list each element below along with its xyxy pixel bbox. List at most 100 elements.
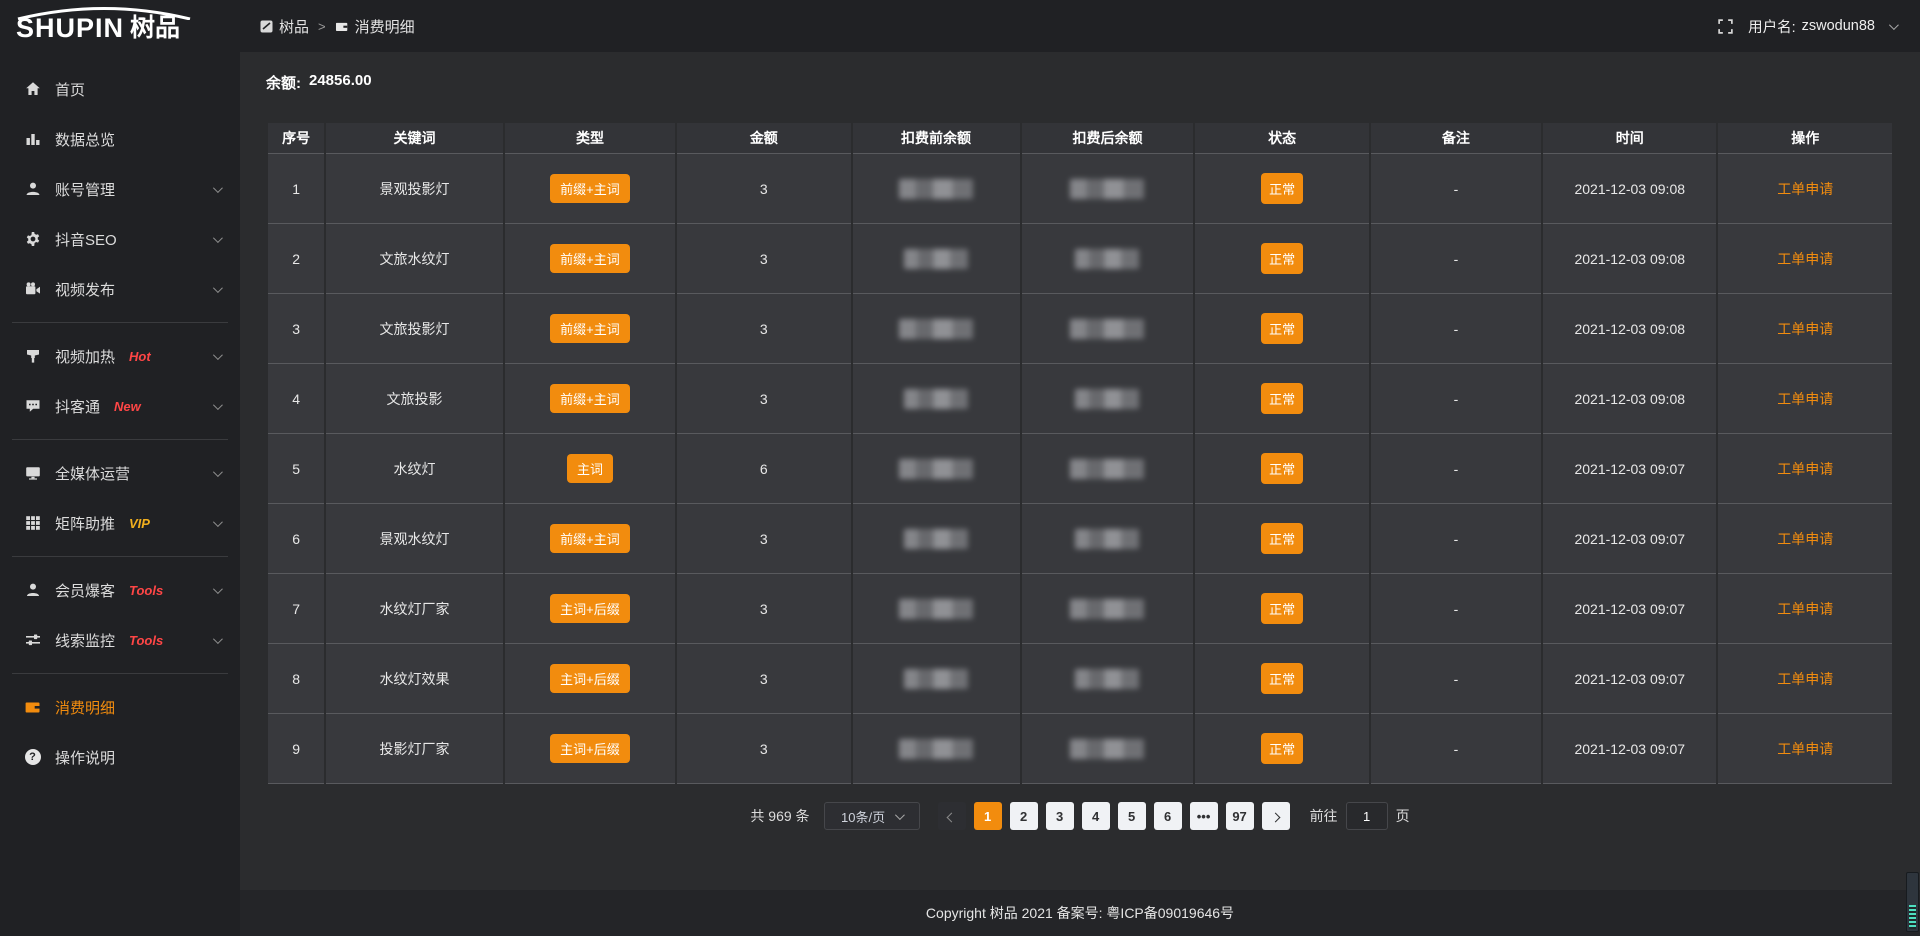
row-action-link[interactable]: 工单申请 bbox=[1777, 181, 1833, 197]
sidebar-divider bbox=[12, 556, 228, 557]
heat-icon bbox=[24, 348, 41, 364]
page-button[interactable]: 6 bbox=[1154, 802, 1182, 830]
page-button[interactable]: 2 bbox=[1010, 802, 1038, 830]
row-action-link[interactable]: 工单申请 bbox=[1777, 671, 1833, 687]
row-index: 7 bbox=[292, 601, 300, 617]
sidebar-item-account[interactable]: 账号管理 bbox=[0, 164, 240, 214]
sidebar-item-member-tools[interactable]: 会员爆客 Tools bbox=[0, 565, 240, 615]
page-button[interactable]: ••• bbox=[1190, 802, 1218, 830]
sidebar-item-label: 线索监控 bbox=[55, 630, 115, 651]
top-bar: SHUPIN 树品 树品 > 消费明细 用户名: zswodun88 bbox=[0, 0, 1920, 52]
table-body: 1景观投影灯前缀+主词3正常-2021-12-03 09:08工单申请2文旅水纹… bbox=[268, 154, 1892, 784]
sidebar-item-video-publish[interactable]: 视频发布 bbox=[0, 264, 240, 314]
col-amount: 金额 bbox=[677, 123, 850, 154]
row-balance-before-blurred bbox=[904, 249, 968, 269]
logo-arc bbox=[14, 6, 194, 20]
sidebar-item-label: 操作说明 bbox=[55, 747, 115, 768]
balance-label: 余额: bbox=[266, 72, 301, 93]
row-type-badge: 前缀+主词 bbox=[550, 174, 630, 203]
page-edge-widget[interactable] bbox=[1906, 872, 1919, 932]
sidebar-item-matrix-boost[interactable]: 矩阵助推 VIP bbox=[0, 498, 240, 548]
app-icon bbox=[260, 20, 273, 33]
row-balance-before-blurred bbox=[899, 179, 973, 199]
row-amount: 3 bbox=[760, 671, 768, 687]
sidebar-item-label: 全媒体运营 bbox=[55, 463, 130, 484]
page-button[interactable]: 3 bbox=[1046, 802, 1074, 830]
page-button[interactable]: 5 bbox=[1118, 802, 1146, 830]
col-index: 序号 bbox=[268, 123, 324, 154]
row-status-badge: 正常 bbox=[1261, 733, 1303, 764]
prev-page-button[interactable] bbox=[938, 802, 966, 830]
row-keyword: 文旅投影灯 bbox=[380, 321, 450, 337]
breadcrumb-root[interactable]: 树品 bbox=[260, 16, 309, 37]
page-button-active[interactable]: 1 bbox=[974, 802, 1002, 830]
sidebar-divider bbox=[12, 673, 228, 674]
sidebar-item-video-heat[interactable]: 视频加热 Hot bbox=[0, 331, 240, 381]
row-action-link[interactable]: 工单申请 bbox=[1777, 321, 1833, 337]
row-remark: - bbox=[1454, 181, 1459, 197]
page-button[interactable]: 97 bbox=[1226, 802, 1254, 830]
row-amount: 3 bbox=[760, 601, 768, 617]
sidebar-item-label: 抖音SEO bbox=[55, 229, 117, 250]
goto-suffix: 页 bbox=[1396, 806, 1410, 826]
chevron-down-icon bbox=[213, 283, 223, 293]
member-icon bbox=[24, 582, 41, 598]
chevron-down-icon[interactable] bbox=[1889, 20, 1899, 30]
row-action-link[interactable]: 工单申请 bbox=[1777, 251, 1833, 267]
col-type: 类型 bbox=[505, 123, 675, 154]
sidebar-item-consume-detail[interactable]: 消费明细 bbox=[0, 682, 240, 732]
page-button[interactable]: 4 bbox=[1082, 802, 1110, 830]
username-label: 用户名: bbox=[1748, 16, 1796, 37]
breadcrumb-separator: > bbox=[318, 19, 326, 34]
row-remark: - bbox=[1454, 531, 1459, 547]
row-amount: 3 bbox=[760, 321, 768, 337]
page-size-select[interactable]: 10条/页 bbox=[824, 802, 920, 830]
row-status-badge: 正常 bbox=[1261, 663, 1303, 694]
row-amount: 3 bbox=[760, 391, 768, 407]
sidebar: 首页 数据总览 账号管理 抖音SEO 视频发布 视频加热 Hot bbox=[0, 52, 240, 936]
row-action-link[interactable]: 工单申请 bbox=[1777, 741, 1833, 757]
brand-logo: SHUPIN 树品 bbox=[0, 8, 240, 44]
row-balance-before-blurred bbox=[904, 389, 968, 409]
username-value[interactable]: zswodun88 bbox=[1802, 18, 1875, 34]
fullscreen-icon[interactable] bbox=[1717, 18, 1734, 35]
chat-icon bbox=[24, 398, 41, 414]
row-amount: 6 bbox=[760, 461, 768, 477]
balance-value: 24856.00 bbox=[309, 72, 372, 93]
sidebar-item-lead-monitor[interactable]: 线索监控 Tools bbox=[0, 615, 240, 665]
sidebar-item-data-overview[interactable]: 数据总览 bbox=[0, 114, 240, 164]
pagination: 共 969 条 10条/页 123456•••97 前往 页 bbox=[266, 802, 1894, 830]
wallet-icon bbox=[24, 699, 41, 715]
table-row: 8水纹灯效果主词+后缀3正常-2021-12-03 09:07工单申请 bbox=[268, 644, 1892, 714]
sidebar-item-instructions[interactable]: ? 操作说明 bbox=[0, 732, 240, 782]
goto-page-input[interactable] bbox=[1346, 802, 1388, 830]
next-page-button[interactable] bbox=[1262, 802, 1290, 830]
row-action-link[interactable]: 工单申请 bbox=[1777, 601, 1833, 617]
video-camera-icon bbox=[24, 281, 41, 297]
row-time: 2021-12-03 09:08 bbox=[1574, 251, 1685, 267]
row-type-badge: 前缀+主词 bbox=[550, 524, 630, 553]
row-action-link[interactable]: 工单申请 bbox=[1777, 461, 1833, 477]
row-balance-after-blurred bbox=[1075, 249, 1139, 269]
row-remark: - bbox=[1454, 671, 1459, 687]
col-balance-before: 扣费前余额 bbox=[853, 123, 1020, 154]
row-status-badge: 正常 bbox=[1261, 173, 1303, 204]
sliders-icon bbox=[24, 632, 41, 648]
breadcrumb-current[interactable]: 消费明细 bbox=[335, 16, 415, 37]
table-row: 7水纹灯厂家主词+后缀3正常-2021-12-03 09:07工单申请 bbox=[268, 574, 1892, 644]
chevron-down-icon bbox=[213, 467, 223, 477]
row-type-badge: 前缀+主词 bbox=[550, 384, 630, 413]
row-action-link[interactable]: 工单申请 bbox=[1777, 391, 1833, 407]
sidebar-item-douketong[interactable]: 抖客通 New bbox=[0, 381, 240, 431]
row-keyword: 水纹灯效果 bbox=[380, 671, 450, 687]
chevron-down-icon bbox=[895, 810, 905, 820]
table-row: 3文旅投影灯前缀+主词3正常-2021-12-03 09:08工单申请 bbox=[268, 294, 1892, 364]
sidebar-item-douyin-seo[interactable]: 抖音SEO bbox=[0, 214, 240, 264]
main-content: 余额: 24856.00 序号 关键词 类型 金额 扣费前余额 扣费后余额 状态… bbox=[240, 0, 1920, 830]
row-balance-before-blurred bbox=[904, 529, 968, 549]
sidebar-item-media-ops[interactable]: 全媒体运营 bbox=[0, 448, 240, 498]
sidebar-item-home[interactable]: 首页 bbox=[0, 64, 240, 114]
row-action-link[interactable]: 工单申请 bbox=[1777, 531, 1833, 547]
row-type-badge: 主词+后缀 bbox=[550, 594, 630, 623]
row-index: 8 bbox=[292, 671, 300, 687]
